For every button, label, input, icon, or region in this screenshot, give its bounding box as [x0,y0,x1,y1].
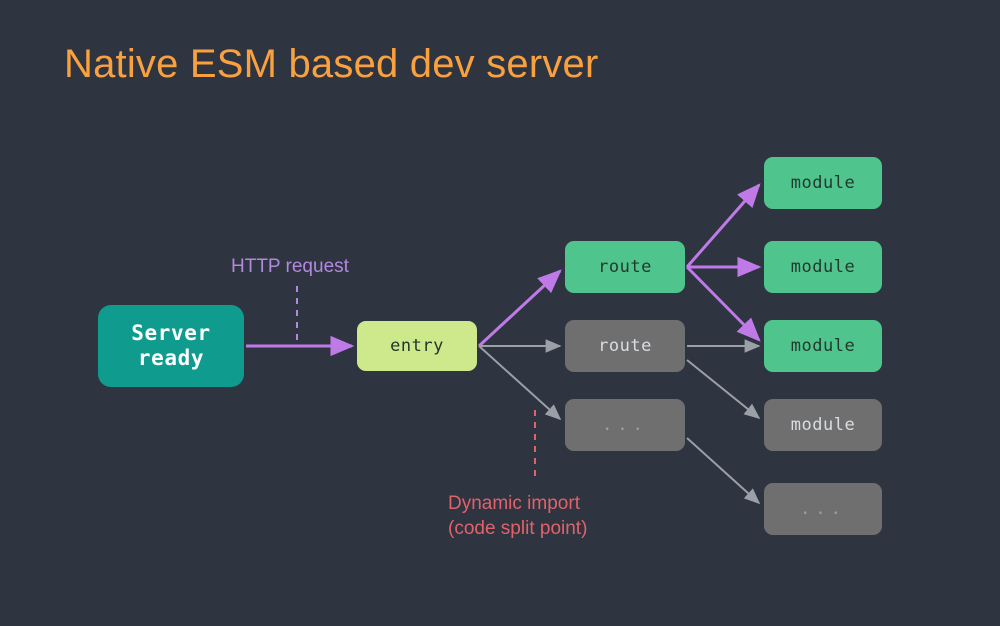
edge-route-active-to-module-3 [687,267,759,340]
node-server-ready[interactable]: Server ready [98,305,244,387]
node-entry-label: entry [390,336,444,356]
node-server-ready-line2: ready [131,346,210,371]
edge-route-active-to-module-1 [687,185,759,267]
node-module-4[interactable]: module [764,399,882,451]
node-module-3[interactable]: module [764,320,882,372]
node-route-inactive[interactable]: route [565,320,685,372]
annotation-dynamic-import-line2: (code split point) [448,516,678,541]
edge-route-dots-to-module-dots [687,438,759,503]
slide-canvas: Native ESM based dev server [0,0,1000,626]
edge-entry-to-route-dots [479,346,560,419]
annotation-http-request: HTTP request [231,256,349,278]
node-route-dots-label: ... [602,415,648,435]
node-module-4-label: module [791,415,855,435]
page-title: Native ESM based dev server [64,42,599,87]
node-module-2[interactable]: module [764,241,882,293]
node-module-1[interactable]: module [764,157,882,209]
node-server-ready-line1: Server [131,321,210,346]
node-module-dots[interactable]: ... [764,483,882,535]
node-module-1-label: module [791,173,855,193]
edge-entry-to-route-active [479,271,560,346]
node-route-inactive-label: route [598,336,652,356]
annotation-dynamic-import-line1: Dynamic import [448,491,678,516]
annotation-dynamic-import: Dynamic import (code split point) [448,491,678,541]
node-route-active[interactable]: route [565,241,685,293]
node-entry[interactable]: entry [357,321,477,371]
edge-route-inactive-to-module-4 [687,360,759,418]
node-route-dots[interactable]: ... [565,399,685,451]
node-module-dots-label: ... [800,499,846,519]
node-route-active-label: route [598,257,652,277]
node-module-2-label: module [791,257,855,277]
node-module-3-label: module [791,336,855,356]
